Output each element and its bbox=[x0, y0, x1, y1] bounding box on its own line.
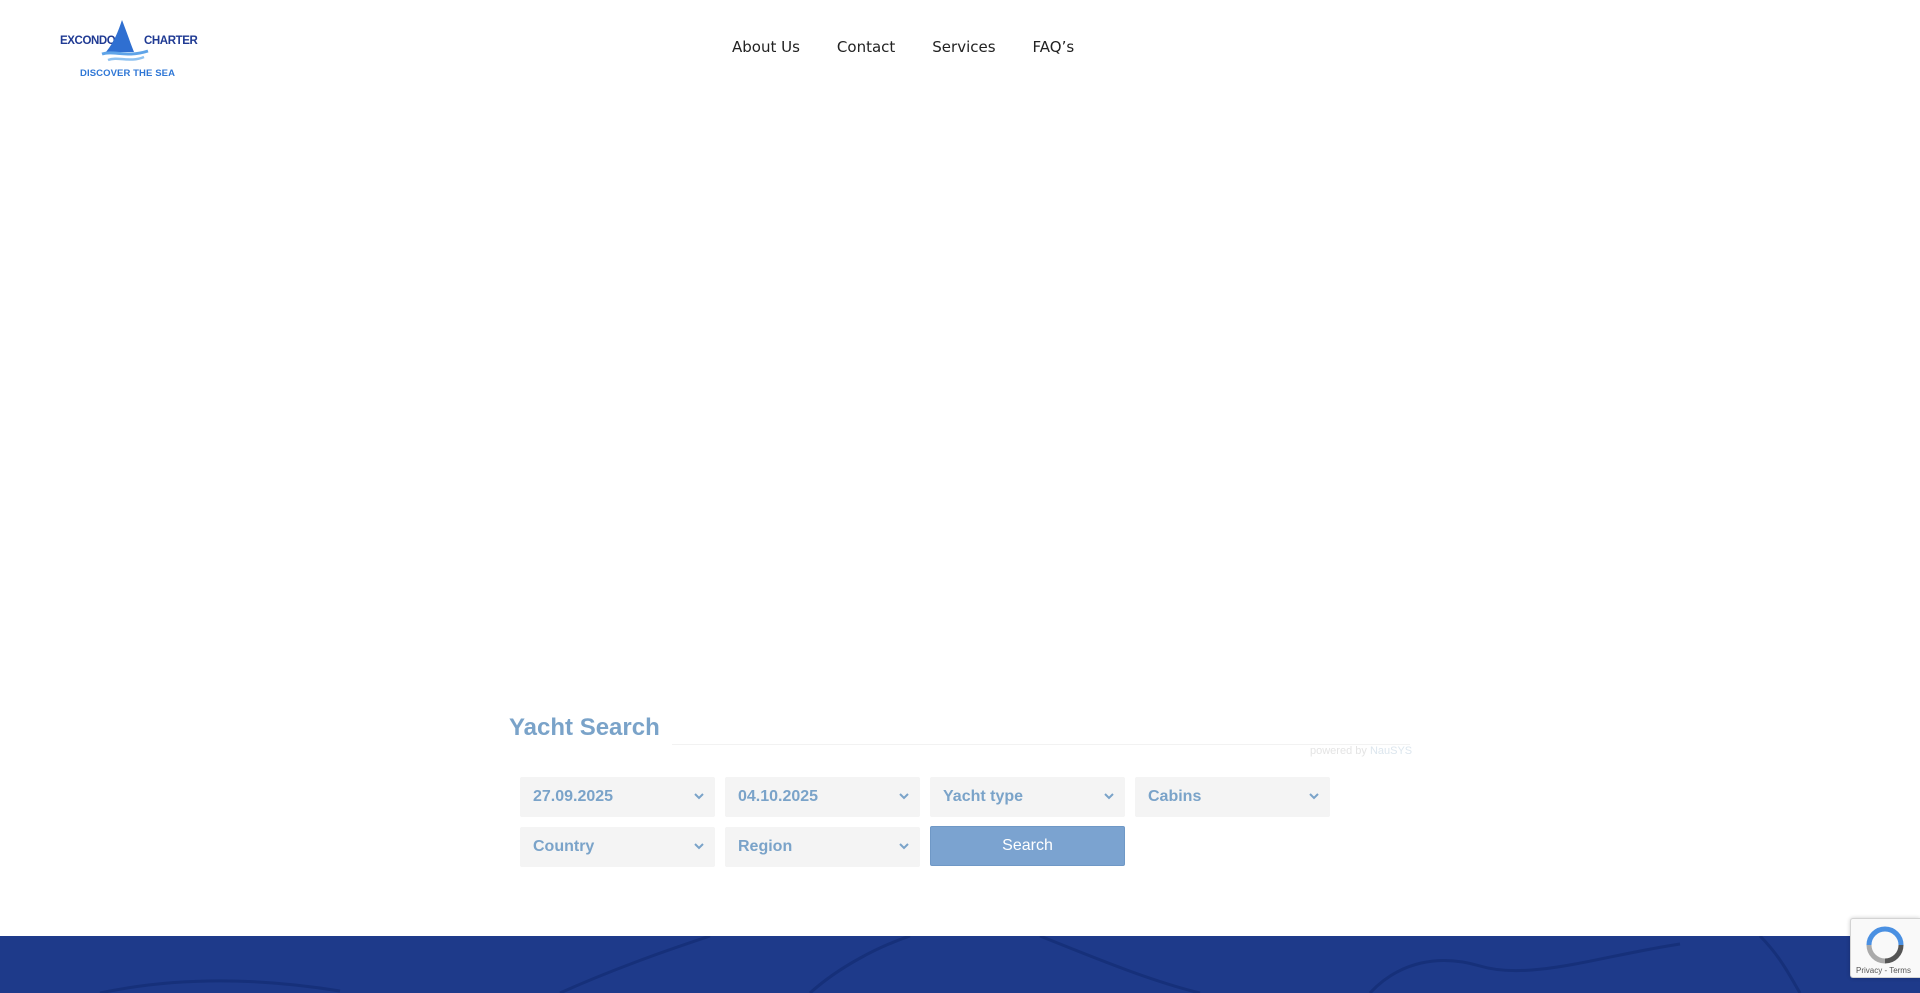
yacht-type-value: Yacht type bbox=[943, 788, 1024, 805]
logo-tagline: DISCOVER THE SEA bbox=[80, 68, 176, 79]
date-to-select[interactable]: 04.10.2025 bbox=[725, 777, 920, 817]
date-to-value: 04.10.2025 bbox=[738, 788, 819, 805]
nav-services[interactable]: Services bbox=[932, 38, 995, 56]
chevron-down-icon bbox=[1309, 793, 1319, 800]
site-header: EXCONDO CHARTER DISCOVER THE SEA About U… bbox=[0, 0, 1920, 100]
main-nav: About Us Contact Services FAQ’s bbox=[732, 38, 1111, 56]
powered-by-brand[interactable]: NauSYS bbox=[1370, 745, 1412, 757]
chevron-down-icon bbox=[694, 793, 704, 800]
logo-right-word: CHARTER bbox=[144, 35, 198, 47]
date-from-select[interactable]: 27.09.2025 bbox=[520, 777, 715, 817]
yacht-type-select[interactable]: Yacht type bbox=[930, 777, 1125, 817]
chevron-down-icon bbox=[1104, 793, 1114, 800]
nav-faqs[interactable]: FAQ’s bbox=[1033, 38, 1075, 56]
nav-about-us[interactable]: About Us bbox=[732, 38, 800, 56]
site-logo[interactable]: EXCONDO CHARTER DISCOVER THE SEA bbox=[60, 16, 198, 82]
wave-pattern bbox=[99, 936, 1802, 993]
footer-band bbox=[0, 936, 1920, 993]
recaptcha-badge[interactable]: Privacy - Terms bbox=[1850, 918, 1920, 978]
region-value: Region bbox=[738, 838, 793, 855]
chevron-down-icon bbox=[899, 793, 909, 800]
chevron-down-icon bbox=[694, 843, 704, 850]
country-value: Country bbox=[533, 838, 595, 855]
title-divider bbox=[672, 744, 1410, 745]
chevron-down-icon bbox=[899, 843, 909, 850]
powered-by-label: powered by bbox=[1310, 745, 1367, 757]
nav-contact[interactable]: Contact bbox=[837, 38, 895, 56]
recaptcha-terms[interactable]: Privacy - Terms bbox=[1856, 966, 1911, 975]
date-from-value: 27.09.2025 bbox=[533, 788, 614, 805]
country-select[interactable]: Country bbox=[520, 827, 715, 867]
search-button[interactable]: Search bbox=[930, 826, 1125, 866]
recaptcha-icon bbox=[1866, 926, 1904, 964]
region-select[interactable]: Region bbox=[725, 827, 920, 867]
powered-by: powered by NauSYS bbox=[1310, 745, 1412, 757]
cabins-select[interactable]: Cabins bbox=[1135, 777, 1330, 817]
cabins-value: Cabins bbox=[1148, 788, 1202, 805]
yacht-search-title: Yacht Search bbox=[509, 714, 660, 741]
